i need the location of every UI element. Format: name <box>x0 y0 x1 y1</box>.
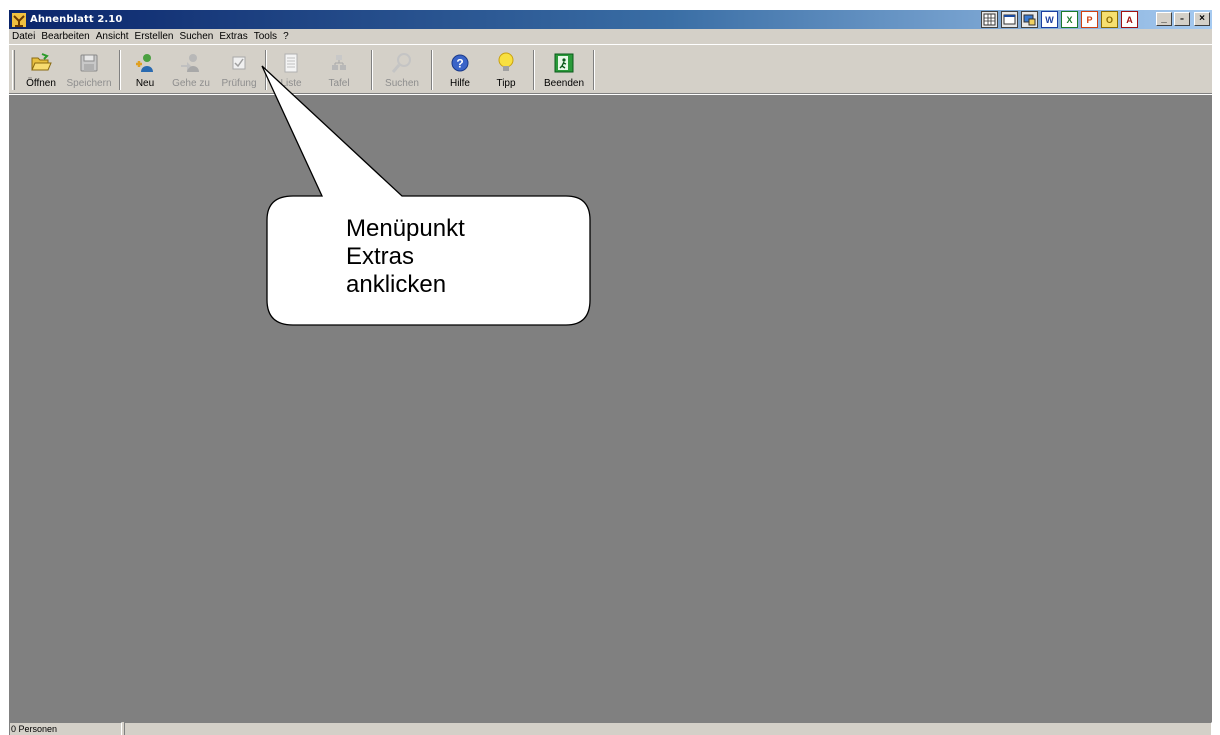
minimize-button[interactable]: _ <box>1156 12 1172 26</box>
monitor-icon[interactable] <box>1021 11 1038 28</box>
help-button[interactable]: ? Hilfe <box>437 48 483 92</box>
quicklaunch-tray: W X P O A <box>981 11 1138 28</box>
toolbar-separator <box>533 50 535 90</box>
svg-text:?: ? <box>456 57 463 71</box>
mdi-workspace[interactable] <box>9 95 1212 722</box>
goto-person-icon <box>180 52 202 74</box>
tree-chart-icon <box>328 52 350 74</box>
exit-button[interactable]: Beenden <box>539 48 589 92</box>
menu-ansicht[interactable]: Ansicht <box>93 30 132 44</box>
grid-icon[interactable] <box>981 11 998 28</box>
lightbulb-icon <box>495 52 517 74</box>
toolbar-separator <box>431 50 433 90</box>
menu-erstellen[interactable]: Erstellen <box>132 30 177 44</box>
restore-button[interactable]: ̵ <box>1174 12 1190 26</box>
check-icon <box>228 52 250 74</box>
callout-line: Menüpunkt <box>346 215 465 242</box>
tip-button[interactable]: Tipp <box>483 48 529 92</box>
list-button[interactable]: Liste <box>271 48 311 92</box>
toolbar-separator <box>593 50 595 90</box>
menu-datei[interactable]: Datei <box>9 30 38 44</box>
list-icon <box>280 52 302 74</box>
callout-line: Extras <box>346 243 415 270</box>
callout-line: anklicken <box>346 271 447 298</box>
callout-text: Menüpunkt Extras anklicken <box>346 215 546 299</box>
tree-chart-button[interactable]: Tafel <box>311 48 367 92</box>
new-person-icon <box>134 52 156 74</box>
close-button[interactable]: × <box>1194 12 1210 26</box>
status-bar: 0 Personen <box>9 722 1212 735</box>
app-icon <box>12 12 26 27</box>
search-button[interactable]: Suchen <box>377 48 427 92</box>
floppy-disk-icon <box>78 52 100 74</box>
menu-tools[interactable]: Tools <box>251 30 280 44</box>
excel-icon[interactable]: X <box>1061 11 1078 28</box>
check-button[interactable]: Prüfung <box>217 48 261 92</box>
menu-bar: Datei Bearbeiten Ansicht Erstellen Suche… <box>9 29 1212 44</box>
magnifier-icon <box>391 52 413 74</box>
open-button[interactable]: Öffnen <box>19 48 63 92</box>
status-info <box>124 722 1212 735</box>
menu-extras[interactable]: Extras <box>216 30 250 44</box>
exit-icon <box>553 52 575 74</box>
word-icon[interactable]: W <box>1041 11 1058 28</box>
powerpoint-icon[interactable]: P <box>1081 11 1098 28</box>
title-bar: Ahnenblatt 2.10 W X P O A _ ̵ × <box>9 10 1212 29</box>
window-title: Ahnenblatt 2.10 <box>30 14 123 25</box>
toolbar-separator <box>371 50 373 90</box>
toolbar-separator <box>265 50 267 90</box>
toolbar-grip[interactable] <box>12 50 15 90</box>
toolbar: Öffnen Speichern Neu Gehe zu Prüfung Lis… <box>9 44 1212 94</box>
window-icon[interactable] <box>1001 11 1018 28</box>
menu-bearbeiten[interactable]: Bearbeiten <box>38 30 92 44</box>
toolbar-separator <box>119 50 121 90</box>
save-button[interactable]: Speichern <box>63 48 115 92</box>
outlook-icon[interactable]: O <box>1101 11 1118 28</box>
status-person-count: 0 Personen <box>9 722 122 735</box>
goto-button[interactable]: Gehe zu <box>165 48 217 92</box>
menu-help[interactable]: ? <box>280 30 292 44</box>
access-icon[interactable]: A <box>1121 11 1138 28</box>
folder-open-icon <box>30 52 52 74</box>
new-button[interactable]: Neu <box>125 48 165 92</box>
window-controls: _ ̵ × <box>1156 12 1210 26</box>
help-icon: ? <box>449 52 471 74</box>
menu-suchen[interactable]: Suchen <box>176 30 216 44</box>
